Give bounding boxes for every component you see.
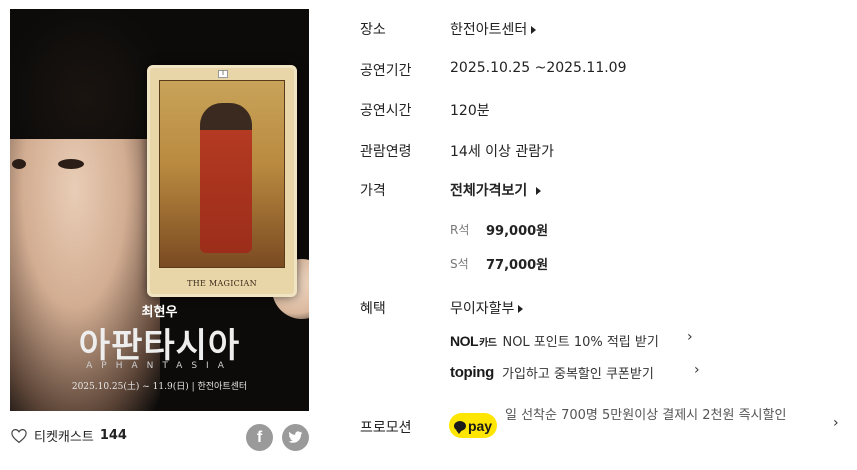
arrow-right-icon (531, 26, 537, 34)
installment-link[interactable]: 무이자할부 (450, 298, 524, 318)
poster-info: 2025.10.25(土) ~ 11.9(日) | 한전아트센터 (71, 382, 248, 392)
kakaopay-badge-text: pay (467, 417, 493, 434)
period-value: 2025.10.25 ~2025.11.09 (450, 60, 627, 76)
ticket-cast-label: 티켓캐스트 (34, 430, 94, 445)
toping-benefit-text: 가입하고 중복할인 쿠폰받기 (502, 367, 654, 382)
chevron-right-icon[interactable]: › (687, 329, 693, 345)
tarot-card-number: I (218, 70, 228, 78)
period-label: 공연기간 (360, 63, 412, 79)
ticket-cast[interactable]: 티켓캐스트 144 (10, 426, 127, 445)
chevron-right-icon[interactable]: › (833, 415, 839, 431)
kakaopay-badge: pay (449, 413, 497, 438)
benefit-label: 혜택 (360, 301, 386, 317)
poster-title: 아판타시아 (78, 326, 241, 366)
venue-label: 장소 (360, 22, 386, 38)
seat-grade: R석 (450, 223, 470, 237)
venue-value: 한전아트센터 (450, 22, 528, 38)
poster-hair (10, 9, 170, 139)
magician-figure (200, 103, 252, 253)
facebook-share-button[interactable]: f (246, 424, 273, 451)
tarot-card-art (159, 80, 285, 268)
ticket-cast-count: 144 (99, 428, 127, 443)
age-value: 14세 이상 관람가 (450, 144, 554, 160)
toping-benefit[interactable]: toping 가입하고 중복할인 쿠폰받기 (450, 363, 654, 382)
poster-image: I THE MAGICIAN 최현우 아판타시아 APHANTASIA 2025… (10, 9, 309, 411)
seat-price: 77,000원 (486, 258, 549, 273)
age-label: 관람연령 (360, 144, 412, 160)
arrow-right-icon (536, 187, 542, 195)
runtime-value: 120분 (450, 103, 490, 119)
poster-eye (12, 159, 26, 169)
arrow-right-icon (518, 305, 524, 313)
kakao-bubble-icon (453, 420, 466, 434)
promotion-text[interactable]: 일 선착순 700명 5만원이상 결제시 2천원 즉시할인 (505, 405, 820, 427)
seat-price: 99,000원 (486, 224, 549, 239)
runtime-label: 공연시간 (360, 103, 412, 119)
nol-card-logo: NOL카드 (450, 332, 497, 349)
promotion-label: 프로모션 (360, 420, 412, 436)
seat-grade: S석 (450, 257, 469, 271)
venue-link[interactable]: 한전아트센터 (450, 19, 537, 39)
twitter-icon (288, 431, 303, 443)
heart-icon[interactable] (10, 427, 28, 445)
nol-card-benefit[interactable]: NOL카드 NOL 포인트 10% 적립 받기 (450, 331, 659, 351)
nol-benefit-text: NOL 포인트 10% 적립 받기 (502, 335, 659, 350)
price-label: 가격 (360, 183, 386, 199)
installment-value: 무이자할부 (450, 301, 515, 317)
tarot-card: I THE MAGICIAN (147, 65, 297, 297)
view-all-prices-button[interactable]: 전체가격보기 (450, 180, 542, 200)
tarot-card-title: THE MAGICIAN (187, 279, 257, 288)
facebook-icon: f (256, 428, 263, 446)
chevron-right-icon[interactable]: › (694, 362, 700, 378)
poster-subtitle: APHANTASIA (86, 361, 233, 371)
poster-eye (58, 159, 84, 169)
toping-logo: toping (450, 364, 495, 381)
twitter-share-button[interactable] (282, 424, 309, 451)
view-all-prices-label: 전체가격보기 (450, 183, 528, 199)
